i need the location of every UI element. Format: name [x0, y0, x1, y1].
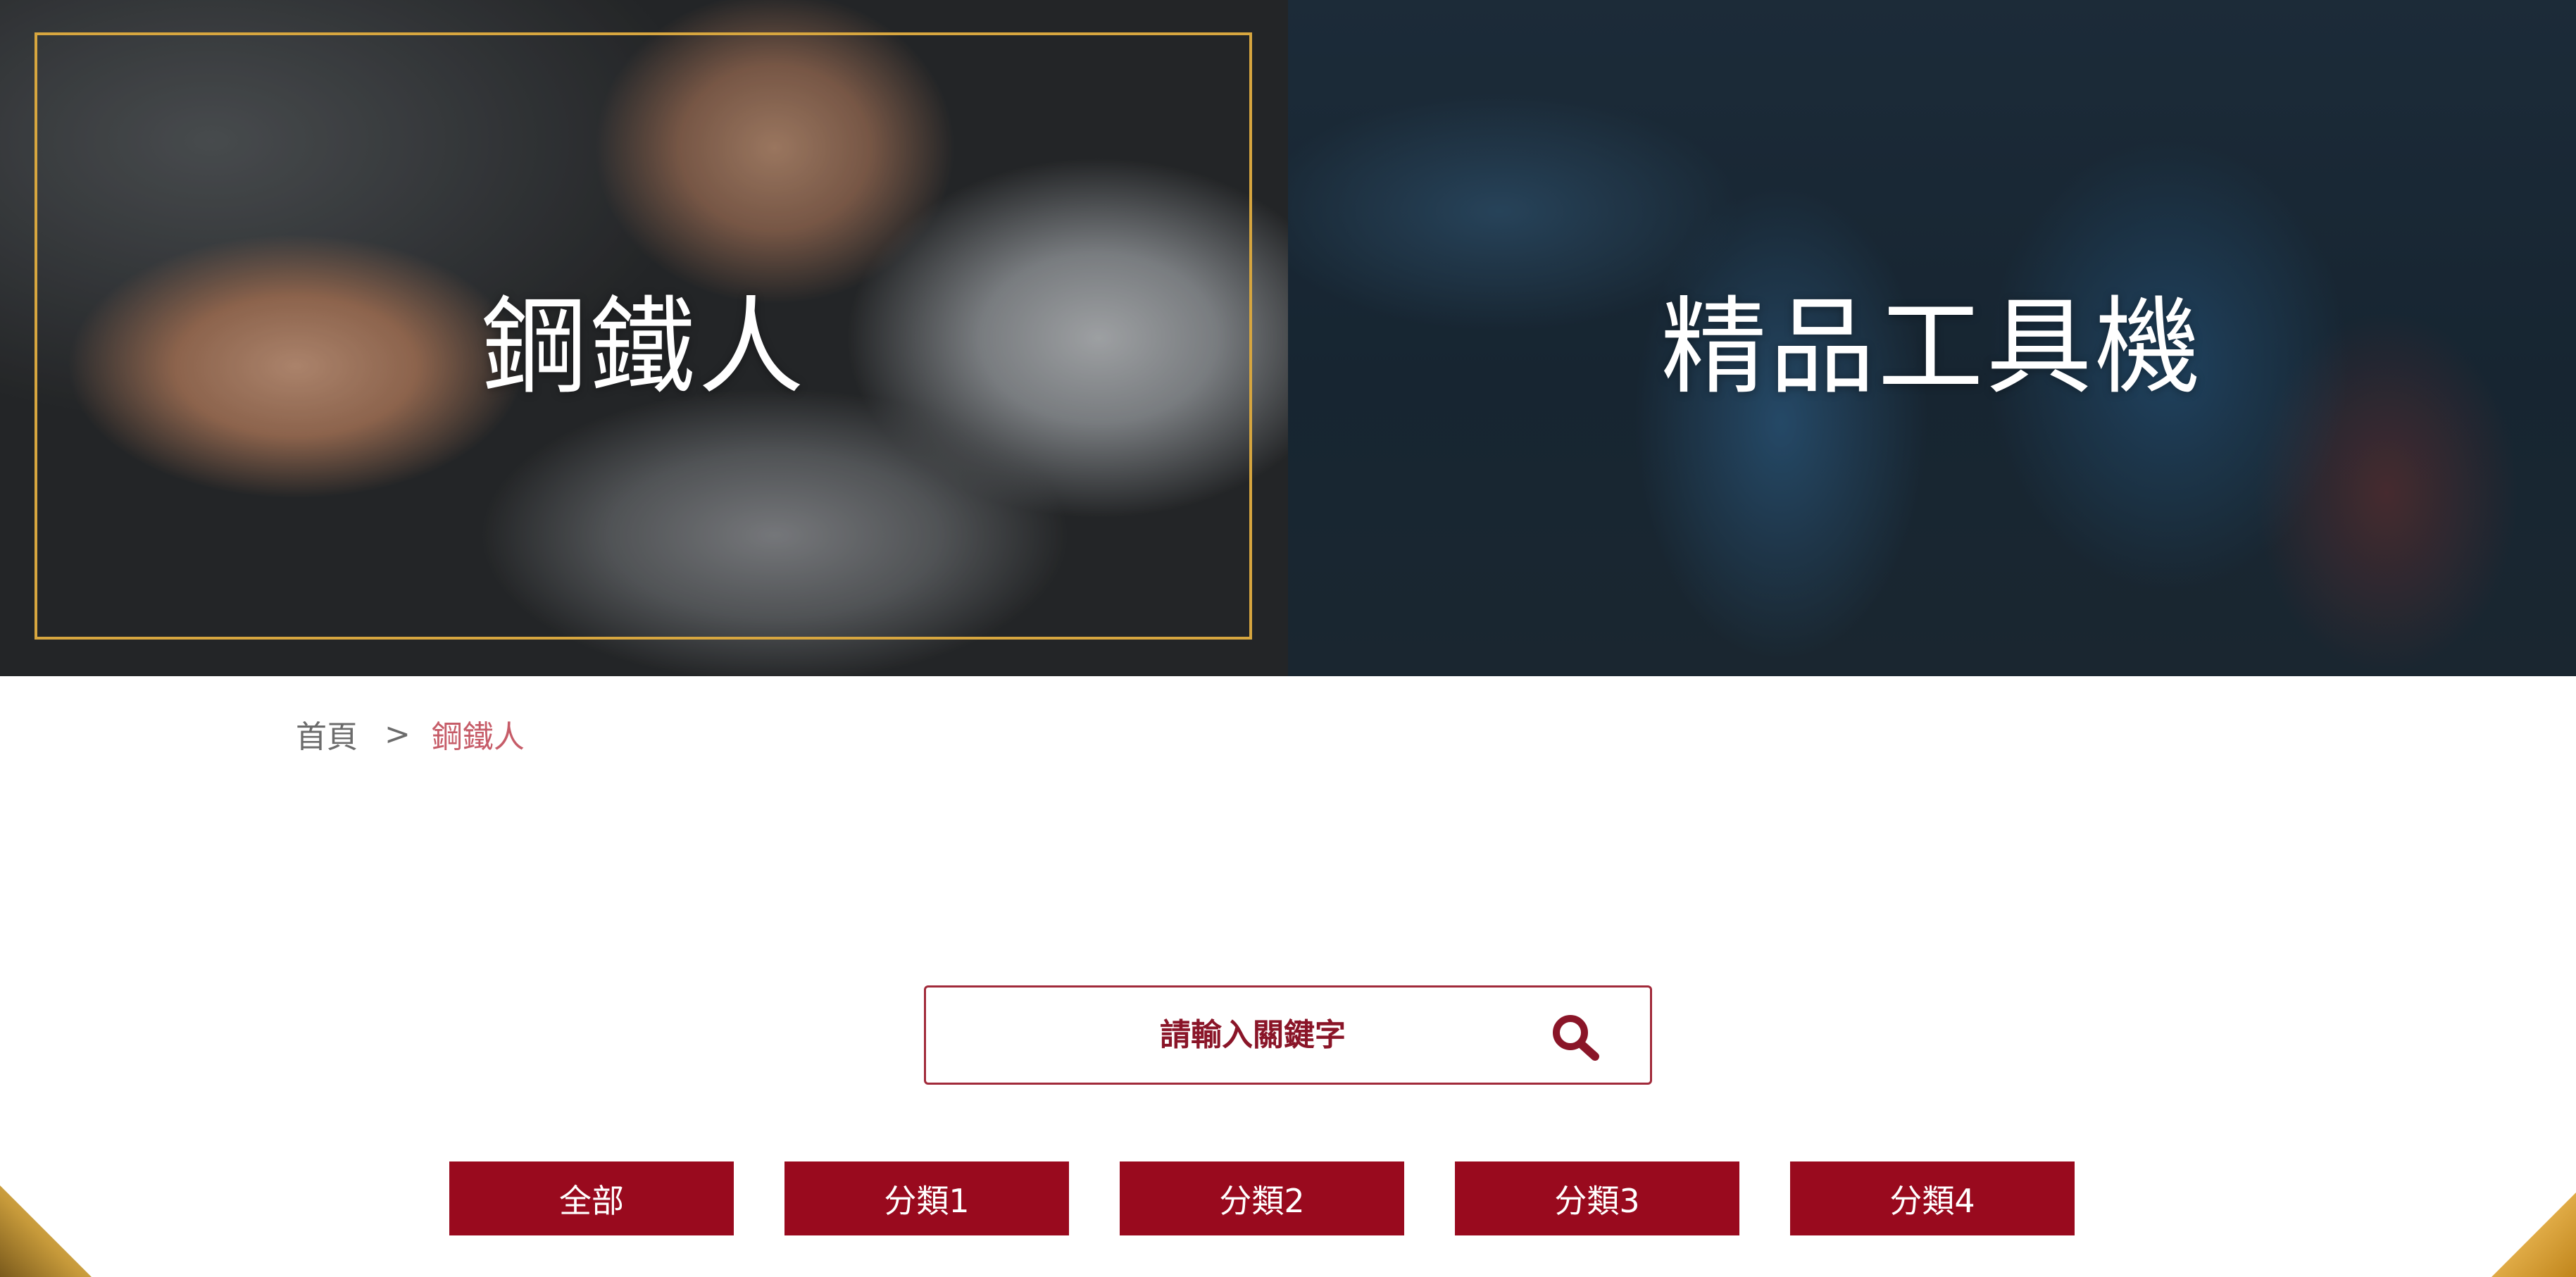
category-button-2[interactable]: 分類2 [1120, 1161, 1404, 1235]
search-input[interactable] [926, 988, 1532, 1083]
banner-title-right: 精品工具機 [1661, 286, 2203, 409]
search-icon [1553, 1015, 1599, 1061]
corner-decoration-right [2491, 1192, 2576, 1277]
breadcrumb-separator: > [384, 716, 411, 752]
breadcrumb-current: 鋼鐵人 [431, 719, 525, 755]
breadcrumb-home-link[interactable]: 首頁 [296, 711, 358, 756]
banner-steel-man[interactable]: 鋼鐵人 [0, 0, 1288, 676]
search-button[interactable] [1549, 1011, 1605, 1062]
category-button-1[interactable]: 分類1 [784, 1161, 1069, 1235]
search-box [924, 985, 1652, 1085]
banner-machine-tools[interactable]: 精品工具機 [1288, 0, 2576, 676]
corner-decoration-left [0, 1185, 92, 1277]
hero-banners: 鋼鐵人 精品工具機 [0, 0, 2576, 676]
category-filter-bar: 全部 分類1 分類2 分類3 分類4 [449, 1161, 2075, 1235]
category-button-4[interactable]: 分類4 [1790, 1161, 2075, 1235]
category-button-3[interactable]: 分類3 [1455, 1161, 1739, 1235]
banner-title-left: 鋼鐵人 [481, 286, 807, 409]
category-button-all[interactable]: 全部 [449, 1161, 734, 1235]
breadcrumb: 首頁 > 鋼鐵人 [296, 711, 525, 756]
